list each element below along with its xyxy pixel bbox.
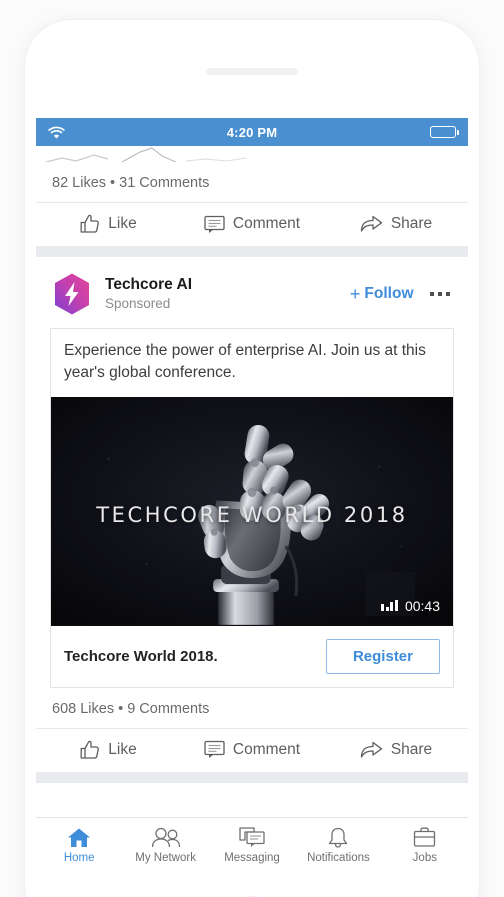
register-button[interactable]: Register (325, 638, 440, 674)
sponsored-label: Sponsored (105, 295, 171, 311)
post-separator (36, 771, 468, 783)
nav-item-label: Messaging (224, 852, 280, 864)
bell-icon (327, 827, 349, 848)
lightning-bolt-hex-logo (52, 272, 92, 316)
comment-bubble-icon (204, 215, 225, 234)
follow-button-label: Follow (364, 285, 414, 302)
comment-button[interactable]: Comment (180, 214, 324, 234)
plus-icon: + (349, 284, 361, 304)
ad-headline: Techcore World 2018. (64, 647, 218, 665)
nav-item-label: Notifications (307, 852, 370, 864)
share-button[interactable]: Share (324, 214, 468, 234)
battery-full-icon (430, 126, 459, 138)
home-icon (67, 827, 91, 848)
page-root: 4:20 PM 82 Likes • 31 Comments Like Comm… (0, 0, 504, 897)
phone-speaker-slot (206, 68, 298, 75)
sponsor-name: Techcore AI (105, 275, 192, 293)
nav-item-home[interactable]: Home (36, 827, 122, 864)
share-button[interactable]: Share (324, 740, 468, 760)
social-counts: 82 Likes • 31 Comments (52, 175, 210, 191)
video-duration-badge: 00:43 (381, 598, 440, 614)
ad-footer: Techcore World 2018. Register (51, 625, 453, 687)
like-button[interactable]: Like (36, 214, 180, 234)
post-separator (36, 246, 468, 257)
nav-item-messaging[interactable]: Messaging (209, 827, 295, 864)
people-icon (151, 827, 181, 848)
comment-button-label: Comment (232, 740, 301, 758)
share-arrow-icon (360, 741, 383, 759)
social-counts: 608 Likes • 9 Comments (52, 700, 210, 717)
nav-item-my-network[interactable]: My Network (122, 827, 208, 864)
nav-item-jobs[interactable]: Jobs (382, 827, 468, 864)
feed-scroll-area[interactable]: 82 Likes • 31 Comments Like Comment Shar… (36, 146, 468, 873)
like-button-label: Like (108, 740, 137, 758)
share-button-label: Share (390, 215, 433, 232)
messaging-icon (239, 827, 265, 848)
ad-card: Experience the power of enterprise AI. J… (50, 328, 454, 688)
partial-post-media (36, 146, 468, 162)
nav-item-notifications[interactable]: Notifications (295, 827, 381, 864)
share-arrow-icon (360, 215, 383, 233)
ad-copy-text: Experience the power of enterprise AI. J… (64, 342, 426, 382)
sponsored-post-header: Techcore AI Sponsored + Follow (36, 257, 468, 326)
comment-bubble-icon (204, 740, 225, 759)
like-button-label: Like (108, 215, 137, 232)
thumbs-up-icon (79, 214, 100, 234)
thumbs-up-icon (79, 740, 100, 760)
video-overlay-title: TECHCORE WORLD 2018 (96, 502, 408, 527)
status-bar-time: 4:20 PM (226, 124, 278, 140)
comment-button-label: Comment (232, 215, 301, 232)
phone-screen: 4:20 PM 82 Likes • 31 Comments Like Comm… (36, 118, 468, 873)
video-duration-text: 00:43 (404, 597, 440, 614)
post-action-bar: Like Comment Share (36, 727, 468, 772)
nav-item-label: Jobs (412, 852, 437, 864)
follow-button[interactable]: + Follow (350, 285, 414, 303)
sponsored-post-meta: Techcore AI Sponsored (105, 275, 350, 314)
audio-bars-icon (381, 600, 398, 612)
status-bar: 4:20 PM (36, 118, 468, 146)
nav-item-label: My Network (135, 852, 196, 864)
nav-item-label: Home (63, 852, 95, 864)
bottom-navigation-bar: Home My Network Messaging Notifications … (36, 817, 468, 873)
more-horizontal-icon[interactable] (429, 291, 450, 297)
wifi-icon (48, 126, 65, 139)
post-action-bar: Like Comment Share (36, 202, 468, 246)
post-sponsored: Techcore AI Sponsored + Follow Experienc… (36, 257, 468, 772)
post-top: 82 Likes • 31 Comments Like Comment Shar… (36, 162, 468, 246)
comment-button[interactable]: Comment (180, 740, 324, 760)
ad-video-player[interactable]: TECHCORE WORLD 2018 00:43 (51, 396, 453, 626)
like-button[interactable]: Like (36, 740, 180, 760)
share-button-label: Share (390, 740, 433, 758)
briefcase-icon (413, 827, 436, 848)
